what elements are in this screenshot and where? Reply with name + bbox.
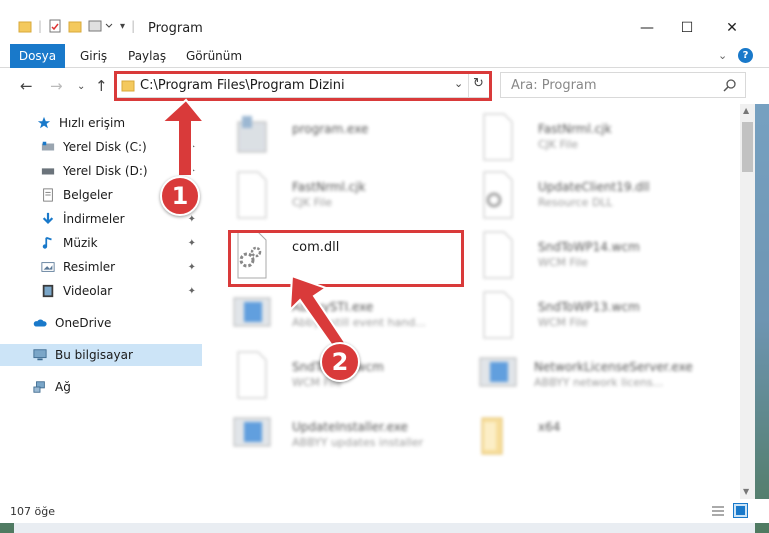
arrow-1-icon [159, 98, 207, 177]
step-2-badge: 2 [320, 342, 360, 382]
step-1-badge: 1 [160, 176, 200, 216]
annotation-arrows [159, 98, 352, 356]
